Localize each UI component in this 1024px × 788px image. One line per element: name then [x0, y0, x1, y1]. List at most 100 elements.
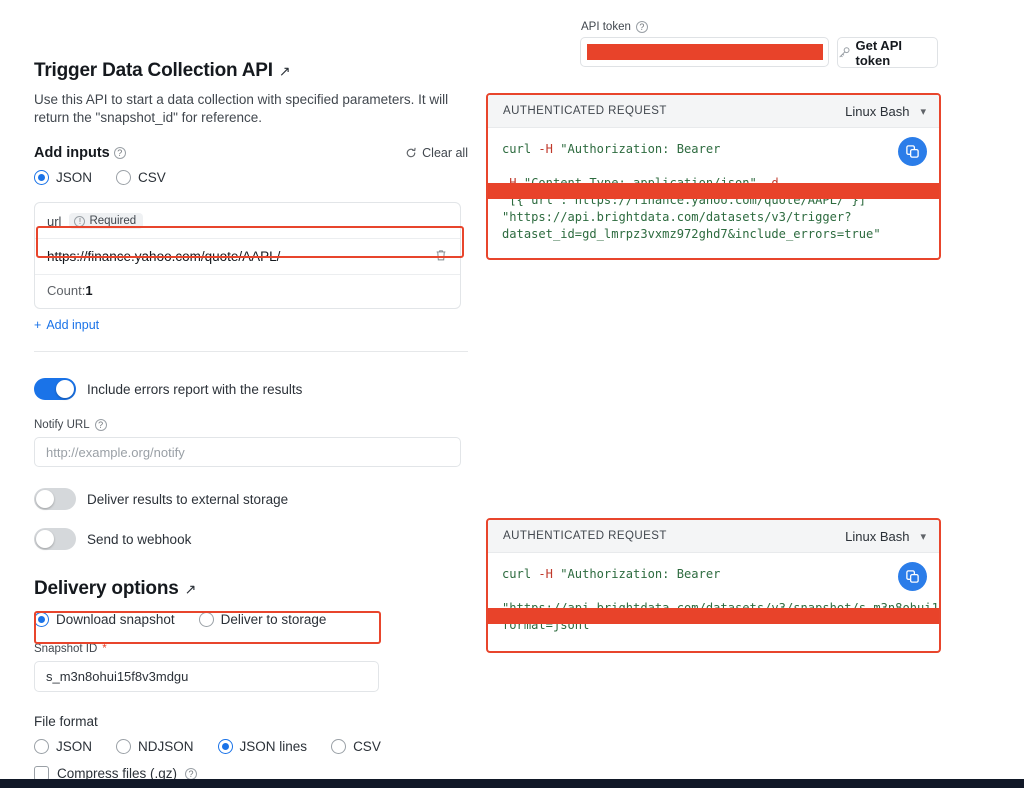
api-token-label: API token ?: [581, 21, 648, 33]
radio-download-snapshot-dot: [34, 612, 49, 627]
refresh-icon: [405, 147, 417, 159]
snapshot-id-label-text: Snapshot ID: [34, 643, 97, 655]
include-errors-label: Include errors report with the results: [87, 382, 302, 397]
inputs-card: url ! Required https://finance.yahoo.com…: [34, 202, 461, 309]
snapshot-id-label: Snapshot ID *: [34, 643, 468, 655]
radio-download-snapshot[interactable]: Download snapshot: [34, 612, 175, 627]
clear-all-button[interactable]: Clear all: [405, 146, 468, 160]
required-badge: ! Required: [69, 213, 143, 229]
input-count-row: Count:1: [35, 275, 460, 308]
radio-csv-label: CSV: [138, 170, 166, 185]
notify-url-input[interactable]: http://example.org/notify: [34, 437, 461, 467]
code-block-header: AUTHENTICATED REQUEST Linux Bash ▾: [488, 95, 939, 128]
radio-format-ndjson-dot: [116, 739, 131, 754]
snapshot-id-value: s_m3n8ohui15f8v3mdgu: [46, 669, 188, 684]
notify-url-label: Notify URL ?: [34, 419, 468, 431]
file-format-label: File format: [34, 714, 468, 729]
get-api-token-label: Get API token: [856, 38, 938, 68]
include-errors-row[interactable]: Include errors report with the results: [34, 378, 468, 400]
radio-format-csv-dot: [331, 739, 346, 754]
webhook-row[interactable]: Send to webhook: [34, 528, 468, 550]
external-storage-toggle[interactable]: [34, 488, 76, 510]
input-key-row: url ! Required: [35, 203, 460, 238]
chevron-down-icon[interactable]: ▾: [920, 105, 926, 118]
key-icon: [838, 46, 851, 59]
section-divider: [34, 351, 468, 352]
token-redaction-bar: [488, 183, 939, 199]
copy-icon: [905, 144, 920, 159]
bottom-bar: [0, 779, 1024, 788]
webhook-label: Send to webhook: [87, 532, 191, 547]
url-input-field[interactable]: https://finance.yahoo.com/quote/AAPL/: [35, 238, 460, 275]
radio-format-jsonlines[interactable]: JSON lines: [218, 739, 308, 754]
radio-deliver-to-storage-dot: [199, 612, 214, 627]
radio-download-snapshot-label: Download snapshot: [56, 612, 175, 627]
copy-code-button[interactable]: [898, 137, 927, 166]
question-circle-icon: ?: [95, 419, 107, 431]
code-block-title: AUTHENTICATED REQUEST: [503, 105, 667, 117]
code-line1-rest-2: "Authorization: Bearer: [560, 567, 720, 581]
required-badge-label: Required: [89, 215, 136, 227]
delivery-options-title: Delivery options ↗: [34, 578, 468, 600]
radio-format-jsonlines-dot: [218, 739, 233, 754]
code-block-body[interactable]: curl -H "Authorization: Bearer REDACTEDT…: [488, 128, 939, 255]
question-circle-icon: ?: [636, 21, 648, 33]
api-token-input[interactable]: [580, 37, 829, 67]
radio-format-csv[interactable]: CSV: [331, 739, 381, 754]
info-circle-icon: !: [74, 216, 85, 227]
input-count-label: Count:: [47, 283, 85, 298]
token-redaction-bar-2: [488, 608, 939, 624]
get-api-token-button[interactable]: Get API token: [837, 37, 938, 68]
code-cmd: curl: [502, 142, 531, 156]
code-block-body-2[interactable]: curl -H "Authorization: Bearer REDACTEDT…: [488, 553, 939, 646]
radio-json-dot: [34, 170, 49, 185]
notify-url-label-text: Notify URL: [34, 419, 90, 431]
trash-icon[interactable]: [434, 248, 448, 265]
page-root: API token ? Get API token AUTHENTICATED …: [0, 0, 1024, 788]
code-block-title-2: AUTHENTICATED REQUEST: [503, 530, 667, 542]
add-input-button[interactable]: + Add input: [34, 318, 468, 332]
delivery-options-title-text: Delivery options: [34, 578, 179, 600]
delivery-mode-radio-group: Download snapshot Deliver to storage: [34, 612, 468, 627]
file-format-radio-group: JSON NDJSON JSON lines CSV: [34, 739, 468, 754]
radio-format-json-dot: [34, 739, 49, 754]
required-asterisk: *: [102, 643, 106, 655]
code-line1-rest: "Authorization: Bearer: [560, 142, 720, 156]
radio-format-json-label: JSON: [56, 739, 92, 754]
add-input-label: Add input: [46, 318, 99, 332]
radio-format-json[interactable]: JSON: [34, 739, 92, 754]
plus-icon: +: [34, 318, 41, 332]
add-inputs-heading: Add inputs ?: [34, 145, 126, 161]
webhook-toggle[interactable]: [34, 528, 76, 550]
snapshot-id-input[interactable]: s_m3n8ohui15f8v3mdgu: [34, 661, 379, 692]
input-format-radio-group: JSON CSV: [34, 170, 468, 185]
page-title-text: Trigger Data Collection API: [34, 60, 273, 82]
radio-format-ndjson-label: NDJSON: [138, 739, 194, 754]
external-storage-label: Deliver results to external storage: [87, 492, 288, 507]
copy-code-button-2[interactable]: [898, 562, 927, 591]
radio-format-ndjson[interactable]: NDJSON: [116, 739, 194, 754]
shell-label-2: Linux Bash: [845, 529, 909, 544]
left-panel: Trigger Data Collection API ↗ Use this A…: [34, 60, 468, 781]
arrow-up-right-icon[interactable]: ↗: [185, 581, 197, 598]
code-block-shell-selector[interactable]: Linux Bash ▾: [845, 104, 926, 119]
radio-json[interactable]: JSON: [34, 170, 92, 185]
radio-csv[interactable]: CSV: [116, 170, 166, 185]
radio-json-label: JSON: [56, 170, 92, 185]
url-input-value: https://finance.yahoo.com/quote/AAPL/: [47, 249, 280, 264]
radio-csv-dot: [116, 170, 131, 185]
copy-icon: [905, 569, 920, 584]
api-token-redaction-bar: [587, 44, 823, 60]
radio-deliver-to-storage[interactable]: Deliver to storage: [199, 612, 327, 627]
page-title: Trigger Data Collection API ↗: [34, 60, 468, 82]
external-storage-row[interactable]: Deliver results to external storage: [34, 488, 468, 510]
code-cmd-2: curl: [502, 567, 531, 581]
code-block-shell-selector-2[interactable]: Linux Bash ▾: [845, 529, 926, 544]
chevron-down-icon[interactable]: ▾: [920, 530, 926, 543]
add-inputs-row: Add inputs ? Clear all: [34, 145, 468, 161]
code-url-line1: "https://api.brightdata.com/datasets/v3/…: [502, 210, 852, 224]
radio-format-csv-label: CSV: [353, 739, 381, 754]
radio-deliver-to-storage-label: Deliver to storage: [221, 612, 327, 627]
arrow-up-right-icon[interactable]: ↗: [279, 63, 291, 80]
include-errors-toggle[interactable]: [34, 378, 76, 400]
